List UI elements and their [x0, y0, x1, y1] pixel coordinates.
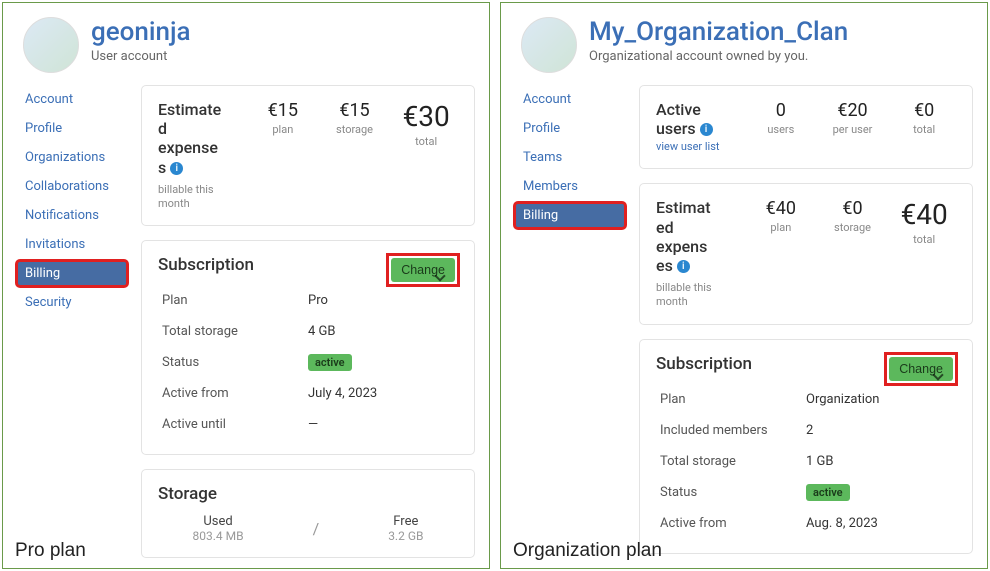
account-title: My_Organization_Clan	[589, 17, 848, 47]
sidebar-item-billing[interactable]: Billing	[515, 203, 625, 228]
sidebar-item-billing[interactable]: Billing	[17, 261, 127, 286]
table-row: Statusactive	[158, 347, 458, 378]
sidebar-item-organizations[interactable]: Organizations	[17, 145, 127, 170]
sidebar: Account Profile Organizations Collaboration…	[17, 85, 127, 558]
sidebar-item-profile[interactable]: Profile	[17, 116, 127, 141]
org-plan-panel: My_Organization_Clan Organizational acco…	[500, 2, 988, 569]
sidebar-item-security[interactable]: Security	[17, 290, 127, 315]
sidebar-item-collaborations[interactable]: Collaborations	[17, 174, 127, 199]
subscription-card: Subscription Change PlanOrganizationIncl…	[639, 339, 973, 554]
active-users-card: Active users i view user list 0users €20…	[639, 85, 973, 169]
sidebar-item-account[interactable]: Account	[515, 87, 625, 112]
change-button[interactable]: Change	[391, 258, 455, 282]
expenses-heading: Estimat ed expens es i	[656, 198, 741, 275]
subscription-heading: Subscription	[656, 354, 752, 374]
sidebar-item-members[interactable]: Members	[515, 174, 625, 199]
account-logo	[521, 17, 577, 73]
subscription-card: Subscription Change PlanProTotal storage…	[141, 240, 475, 455]
table-row: PlanOrganization	[656, 384, 956, 415]
expenses-card: Estimate d expense s i billable this mon…	[141, 85, 475, 226]
account-logo	[23, 17, 79, 73]
storage-heading: Storage	[158, 484, 458, 504]
pro-plan-panel: geoninja User account Account Profile Orga…	[2, 2, 490, 569]
storage-card: Storage Used803.4 MB / Free3.2 GB	[141, 469, 475, 558]
info-icon[interactable]: i	[677, 260, 690, 273]
table-row: Total storage4 GB	[158, 316, 458, 347]
table-row: Active fromAug. 8, 2023	[656, 508, 956, 539]
table-row: Statusactive	[656, 477, 956, 508]
sidebar-item-account[interactable]: Account	[17, 87, 127, 112]
table-row: Total storage1 GB	[656, 446, 956, 477]
table-row: Active fromJuly 4, 2023	[158, 378, 458, 409]
status-badge: active	[806, 484, 850, 501]
expenses-card: Estimat ed expens es i billable this mon…	[639, 183, 973, 324]
active-users-heading: Active users i	[656, 100, 741, 138]
subscription-heading: Subscription	[158, 255, 254, 275]
info-icon[interactable]: i	[700, 123, 713, 136]
sidebar-item-notifications[interactable]: Notifications	[17, 203, 127, 228]
expenses-note: billable this month	[656, 281, 741, 310]
view-user-list-link[interactable]: view user list	[656, 140, 720, 153]
status-badge: active	[308, 354, 352, 371]
table-row: Included members2	[656, 415, 956, 446]
account-title: geoninja	[91, 17, 191, 47]
sidebar: Account Profile Teams Members Billing	[515, 85, 625, 554]
account-subtitle: User account	[91, 49, 191, 64]
change-button[interactable]: Change	[889, 357, 953, 381]
expenses-heading: Estimate d expense s i	[158, 100, 243, 177]
table-row: PlanPro	[158, 285, 458, 316]
table-row: Active until—	[158, 409, 458, 440]
info-icon[interactable]: i	[170, 162, 183, 175]
sidebar-item-teams[interactable]: Teams	[515, 145, 625, 170]
account-subtitle: Organizational account owned by you.	[589, 49, 848, 64]
sidebar-item-profile[interactable]: Profile	[515, 116, 625, 141]
expenses-note: billable this month	[158, 183, 243, 212]
sidebar-item-invitations[interactable]: Invitations	[17, 232, 127, 257]
panel-caption: Organization plan	[513, 540, 662, 562]
panel-caption: Pro plan	[15, 540, 86, 562]
